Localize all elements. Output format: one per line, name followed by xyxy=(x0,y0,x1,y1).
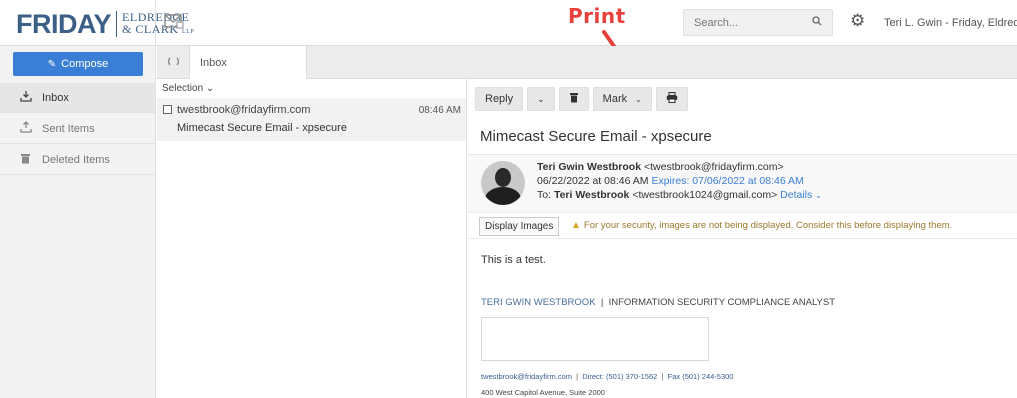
sidebar-item-label: Deleted Items xyxy=(42,153,110,166)
compose-button[interactable]: ✎ Compose xyxy=(13,52,143,76)
top-bar: FRIDAY ELDREDGE & CLARK LLP Print ⚙ Teri… xyxy=(0,0,1017,46)
mark-button[interactable]: Mark ⌄ xyxy=(592,87,652,111)
contact-direct[interactable]: Direct: (501) 370-1562 xyxy=(582,372,657,381)
message-subject: Mimecast Secure Email - xpsecure xyxy=(177,122,347,134)
message-toolbar: Reply ⌄ Mark ⌄ xyxy=(475,87,688,111)
sender-line: Teri Gwin Westbrook <twestbrook@fridayfi… xyxy=(537,161,784,173)
logo-divider xyxy=(116,11,118,37)
contact-fax: Fax (501) 244-5300 xyxy=(667,372,734,381)
avatar-body xyxy=(485,187,521,205)
search-icon[interactable] xyxy=(812,16,822,29)
delete-button[interactable] xyxy=(558,87,589,111)
tab-inbox-label: Inbox xyxy=(200,56,227,69)
chevron-down-icon: ⌄ xyxy=(635,94,642,104)
contact-address: 400 West Capitol Avenue, Suite 2000 xyxy=(481,388,605,397)
message-subject-heading: Mimecast Secure Email - xpsecure xyxy=(480,128,712,145)
selection-dropdown[interactable]: Selection ⌄ xyxy=(162,83,214,94)
display-images-button[interactable]: Display Images xyxy=(479,217,560,236)
tabs-row: Inbox xyxy=(157,46,1017,79)
selection-label: Selection xyxy=(162,83,204,94)
reply-button[interactable]: Reply xyxy=(475,87,524,111)
message-checkbox[interactable] xyxy=(163,105,172,114)
sidebar-item-sent-items[interactable]: Sent Items xyxy=(0,114,155,144)
signature-line: TERI GWIN WESTBROOK | INFORMATION SECURI… xyxy=(481,297,835,308)
security-warning: ▲ For your security, images are not being… xyxy=(571,220,952,231)
message-date: 06/22/2022 at 08:46 AM xyxy=(537,175,649,187)
chevron-down-icon: ⌄ xyxy=(205,83,215,94)
signature-name: TERI GWIN WESTBROOK xyxy=(481,297,596,308)
contact-line: twestbrook@fridayfirm.com | Direct: (501… xyxy=(481,372,734,381)
sidebar-item-label: Inbox xyxy=(42,91,69,104)
refresh-icon[interactable] xyxy=(167,55,180,71)
left-sidebar: ✎ Compose Inbox Sent Items Deleted Items xyxy=(0,46,156,398)
message-body: This is a test. xyxy=(481,254,546,266)
list-item[interactable]: twestbrook@fridayfirm.com 08:46 AM Mimec… xyxy=(157,98,466,141)
user-name[interactable]: Teri L. Gwin - Friday, Eldredge xyxy=(884,17,1017,29)
warning-icon: ▲ xyxy=(571,220,581,231)
image-warning-bar: Display Images ▲ For your security, image… xyxy=(468,212,1017,239)
trash-icon xyxy=(569,92,579,106)
details-link[interactable]: Details ⌄ xyxy=(780,189,822,201)
mark-label: Mark xyxy=(602,93,628,105)
expires-link[interactable]: Expires: 07/06/2022 at 08:46 AM xyxy=(651,175,803,187)
printer-icon xyxy=(666,91,678,106)
sender-email: <twestbrook@fridayfirm.com> xyxy=(643,161,784,173)
search-input[interactable] xyxy=(694,16,804,29)
signature-separator: | xyxy=(600,297,604,308)
envelope-icon[interactable] xyxy=(164,13,186,31)
avatar xyxy=(481,161,525,205)
pencil-icon: ✎ xyxy=(47,58,57,70)
recipient-line: To: Teri Westbrook <twestbrook1024@gmail… xyxy=(537,189,822,201)
sidebar-item-deleted-items[interactable]: Deleted Items xyxy=(0,145,155,175)
inbox-icon xyxy=(20,90,34,105)
message-sender: twestbrook@fridayfirm.com xyxy=(177,104,311,116)
message-list: Selection ⌄ twestbrook@fridayfirm.com 08… xyxy=(157,79,467,398)
details-label: Details xyxy=(780,189,813,201)
print-annotation-label: Print xyxy=(568,4,626,28)
chevron-down-icon: ⌄ xyxy=(815,191,822,200)
sidebar-item-inbox[interactable]: Inbox xyxy=(0,83,155,113)
tab-inbox[interactable]: Inbox xyxy=(189,46,307,79)
to-prefix: To: xyxy=(537,189,552,201)
reply-options-button[interactable]: ⌄ xyxy=(527,87,555,111)
print-button[interactable] xyxy=(655,87,688,111)
recipient-email: <twestbrook1024@gmail.com> xyxy=(632,189,778,201)
security-warning-text: For your security, images are not being … xyxy=(583,220,953,231)
gear-icon[interactable]: ⚙ xyxy=(850,11,865,31)
signature-title: INFORMATION SECURITY COMPLIANCE ANALYST xyxy=(608,297,836,308)
message-header: Teri Gwin Westbrook <twestbrook@fridayfi… xyxy=(468,154,1017,212)
signature-image-placeholder xyxy=(481,317,709,361)
recipient-name: Teri Westbrook xyxy=(553,189,630,201)
chevron-down-icon: ⌄ xyxy=(537,93,545,104)
sidebar-item-label: Sent Items xyxy=(42,122,95,135)
logo-main-text: FRIDAY xyxy=(16,8,112,39)
search-box[interactable] xyxy=(683,9,833,36)
outbox-icon xyxy=(20,121,34,136)
reading-pane: Reply ⌄ Mark ⌄ Mimecast Secure Email - x… xyxy=(468,79,1017,398)
avatar-head xyxy=(495,168,511,187)
message-time: 08:46 AM xyxy=(418,105,461,116)
sender-name: Teri Gwin Westbrook xyxy=(537,161,642,173)
date-line: 06/22/2022 at 08:46 AM Expires: 07/06/20… xyxy=(537,175,804,187)
compose-label: Compose xyxy=(61,58,109,70)
trash-icon xyxy=(20,152,34,167)
contact-email-link[interactable]: twestbrook@fridayfirm.com xyxy=(481,372,572,381)
reply-label: Reply xyxy=(485,93,514,105)
